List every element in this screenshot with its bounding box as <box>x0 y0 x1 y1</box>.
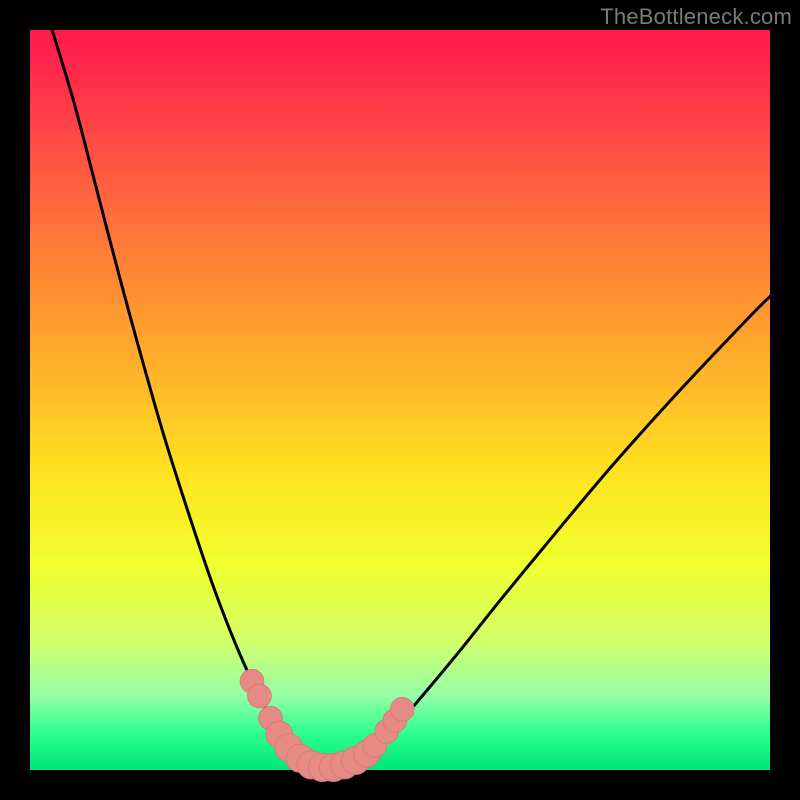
right-highlight-marker <box>390 697 414 721</box>
marker-layer <box>240 669 414 781</box>
curve-layer <box>52 30 770 768</box>
watermark-text: TheBottleneck.com <box>600 4 792 30</box>
chart-frame: TheBottleneck.com <box>0 0 800 800</box>
left-highlight-marker <box>248 684 272 708</box>
bottleneck-curve <box>52 30 770 768</box>
chart-svg <box>30 30 770 770</box>
gradient-plot-area <box>30 30 770 770</box>
